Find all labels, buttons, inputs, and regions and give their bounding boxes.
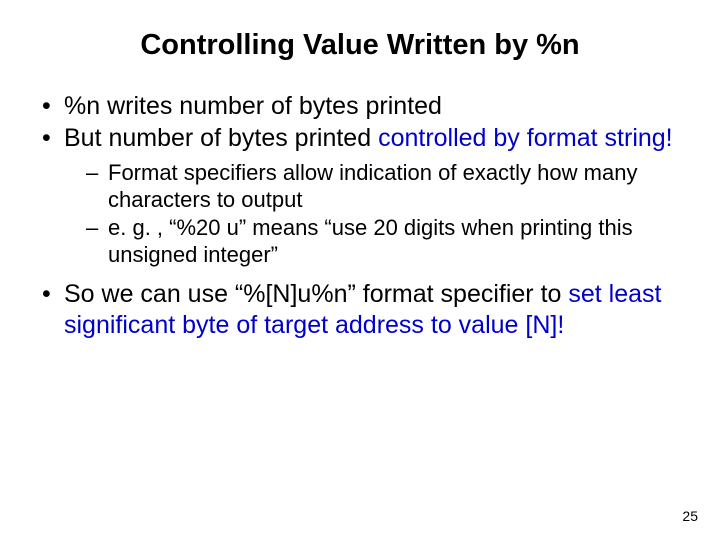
sub-bullet-2: e. g. , “%20 u” means “use 20 digits whe… [86, 215, 682, 269]
bullet-1: %n writes number of bytes printed [38, 91, 682, 122]
bullet-2-text-a: But number of bytes printed [64, 124, 378, 152]
sub-bullet-1-text: Format specifiers allow indication of ex… [108, 160, 637, 212]
bullet-1-text: %n writes number of bytes printed [64, 92, 442, 120]
slide-title: Controlling Value Written by %n [38, 28, 682, 63]
page-number: 25 [682, 508, 698, 524]
bullet-2: But number of bytes printed controlled b… [38, 123, 682, 269]
sub-bullet-list: Format specifiers allow indication of ex… [86, 160, 682, 269]
sub-bullet-2-text: e. g. , “%20 u” means “use 20 digits whe… [108, 215, 633, 267]
sub-bullet-1: Format specifiers allow indication of ex… [86, 160, 682, 214]
bullet-3-text-a: So we can use “%[N]u%n” format specifier… [64, 280, 568, 308]
bullet-3: So we can use “%[N]u%n” format specifier… [38, 279, 682, 340]
slide: Controlling Value Written by %n %n write… [0, 0, 720, 540]
bullet-list: %n writes number of bytes printed But nu… [38, 91, 682, 340]
bullet-2-text-blue: controlled by format string! [378, 124, 673, 152]
